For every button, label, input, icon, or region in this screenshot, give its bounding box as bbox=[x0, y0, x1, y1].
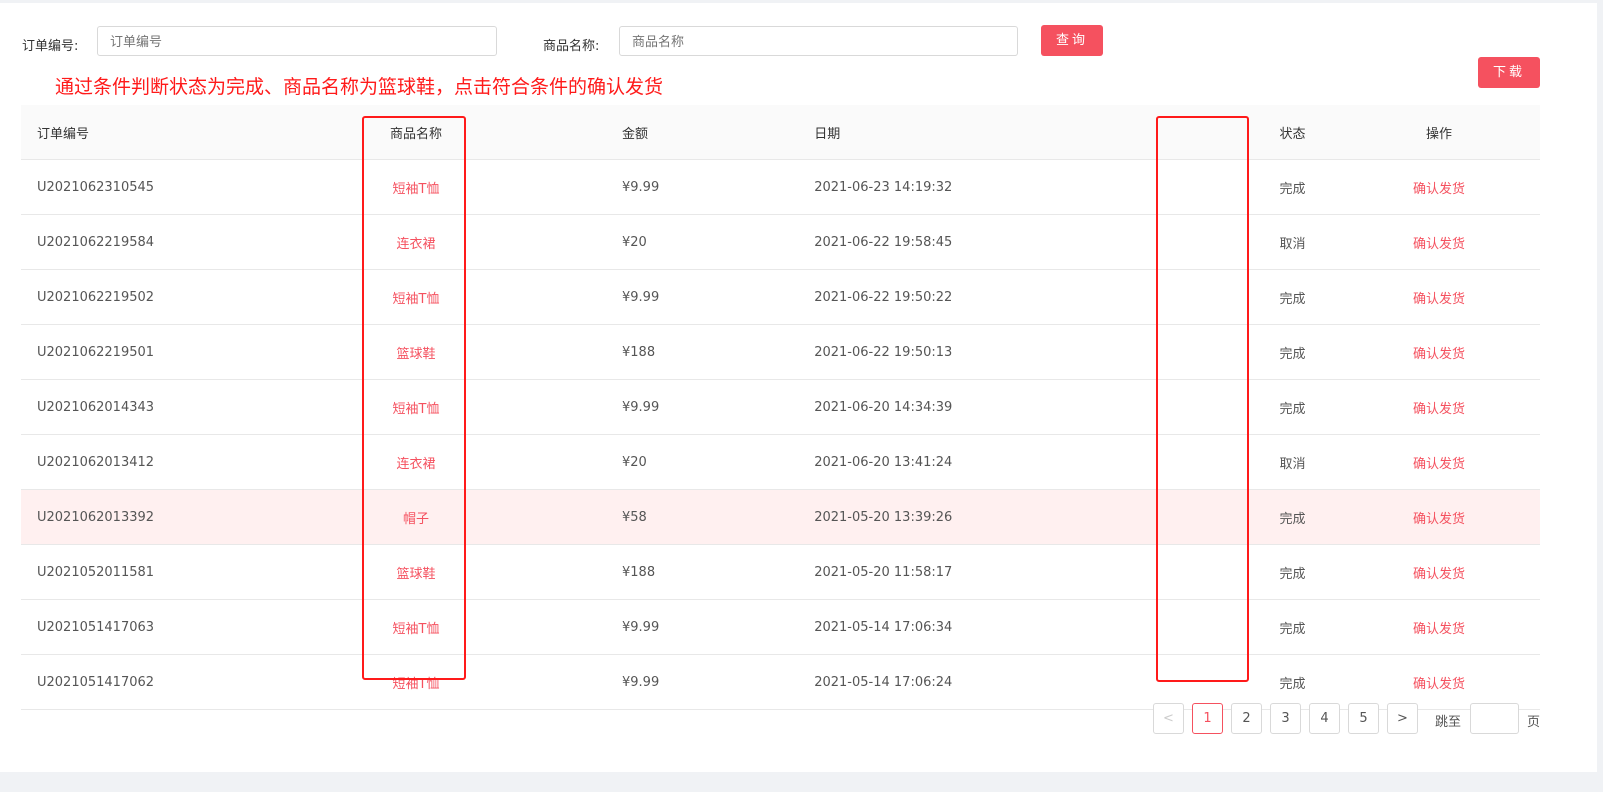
header-action: 操作 bbox=[1339, 105, 1540, 160]
status-cell: 完成 bbox=[1246, 159, 1339, 215]
table-row: U2021062219501 篮球鞋 ¥188 2021-06-22 19:50:13… bbox=[21, 324, 1540, 380]
page-4-button[interactable]: 4 bbox=[1309, 703, 1340, 734]
confirm-shipment-link[interactable]: 确认发货 bbox=[1339, 214, 1540, 270]
table-row: U2021062219584 连衣裙 ¥20 2021-06-22 19:58:45 取… bbox=[21, 214, 1540, 270]
order-number-input[interactable] bbox=[97, 26, 497, 56]
order-number-cell: U2021052011581 bbox=[21, 544, 364, 600]
header-amount: 金额 bbox=[468, 105, 661, 160]
order-number-cell: U2021062219502 bbox=[21, 269, 364, 325]
table-row: U2021051417062 短袖T恤 ¥9.99 2021-05-14 17:06:… bbox=[21, 654, 1540, 710]
product-name-input[interactable] bbox=[619, 26, 1018, 56]
page-2-button[interactable]: 2 bbox=[1231, 703, 1262, 734]
order-number-cell: U2021062310545 bbox=[21, 159, 364, 215]
status-cell: 取消 bbox=[1246, 434, 1339, 490]
status-column-highlight bbox=[1156, 116, 1249, 682]
amount-cell: ¥188 bbox=[468, 544, 661, 600]
table-row: U2021052011581 篮球鞋 ¥188 2021-05-20 11:58:17… bbox=[21, 544, 1540, 600]
amount-cell: ¥58 bbox=[468, 489, 661, 545]
product-column-highlight bbox=[362, 116, 466, 680]
table-header: 订单编号 商品名称 金额 日期 状态 操作 bbox=[21, 105, 1540, 160]
prev-page-button[interactable]: < bbox=[1153, 703, 1184, 734]
table-row: U2021062219502 短袖T恤 ¥9.99 2021-06-22 19:50:… bbox=[21, 269, 1540, 325]
status-cell: 完成 bbox=[1246, 544, 1339, 600]
query-button[interactable]: 查询 bbox=[1041, 25, 1103, 56]
header-order-number: 订单编号 bbox=[21, 105, 364, 160]
confirm-shipment-link[interactable]: 确认发货 bbox=[1339, 379, 1540, 435]
amount-cell: ¥9.99 bbox=[468, 379, 661, 435]
order-number-label: 订单编号: bbox=[22, 39, 79, 54]
amount-cell: ¥9.99 bbox=[468, 599, 661, 655]
table-row: U2021062310545 短袖T恤 ¥9.99 2021-06-23 14:19:… bbox=[21, 159, 1540, 215]
status-cell: 完成 bbox=[1246, 269, 1339, 325]
order-number-cell: U2021051417063 bbox=[21, 599, 364, 655]
next-page-button[interactable]: > bbox=[1387, 703, 1418, 734]
status-cell: 完成 bbox=[1246, 324, 1339, 380]
amount-cell: ¥9.99 bbox=[468, 269, 661, 325]
order-number-cell: U2021062219501 bbox=[21, 324, 364, 380]
status-cell: 完成 bbox=[1246, 489, 1339, 545]
amount-cell: ¥9.99 bbox=[468, 159, 661, 215]
table-row: U2021062013412 连衣裙 ¥20 2021-06-20 13:41:24 取… bbox=[21, 434, 1540, 490]
table-row: U2021062013392 帽子 ¥58 2021-05-20 13:39:26 完成… bbox=[21, 489, 1540, 545]
amount-cell: ¥20 bbox=[468, 214, 661, 270]
instruction-text: 通过条件判断状态为完成、商品名称为篮球鞋，点击符合条件的确认发货 bbox=[55, 76, 664, 98]
confirm-shipment-link[interactable]: 确认发货 bbox=[1339, 599, 1540, 655]
confirm-shipment-link[interactable]: 确认发货 bbox=[1339, 544, 1540, 600]
table-row: U2021051417063 短袖T恤 ¥9.99 2021-05-14 17:06:… bbox=[21, 599, 1540, 655]
order-number-cell: U2021062013392 bbox=[21, 489, 364, 545]
order-number-cell: U2021051417062 bbox=[21, 654, 364, 710]
orders-table: 订单编号 商品名称 金额 日期 状态 操作 U2021062310545 短袖T恤… bbox=[21, 105, 1540, 710]
page-1-button[interactable]: 1 bbox=[1192, 703, 1223, 734]
page-suffix-label: 页 bbox=[1527, 715, 1541, 730]
jump-to-label: 跳至 bbox=[1435, 715, 1462, 730]
amount-cell: ¥20 bbox=[468, 434, 661, 490]
page-3-button[interactable]: 3 bbox=[1270, 703, 1301, 734]
status-cell: 完成 bbox=[1246, 599, 1339, 655]
page-5-button[interactable]: 5 bbox=[1348, 703, 1379, 734]
status-cell: 取消 bbox=[1246, 214, 1339, 270]
table-row: U2021062014343 短袖T恤 ¥9.99 2021-06-20 14:34:… bbox=[21, 379, 1540, 435]
amount-cell: ¥9.99 bbox=[468, 654, 661, 710]
confirm-shipment-link[interactable]: 确认发货 bbox=[1339, 489, 1540, 545]
confirm-shipment-link[interactable]: 确认发货 bbox=[1339, 159, 1540, 215]
confirm-shipment-link[interactable]: 确认发货 bbox=[1339, 654, 1540, 710]
confirm-shipment-link[interactable]: 确认发货 bbox=[1339, 434, 1540, 490]
status-cell: 完成 bbox=[1246, 379, 1339, 435]
status-cell: 完成 bbox=[1246, 654, 1339, 710]
order-number-cell: U2021062014343 bbox=[21, 379, 364, 435]
order-number-cell: U2021062013412 bbox=[21, 434, 364, 490]
confirm-shipment-link[interactable]: 确认发货 bbox=[1339, 324, 1540, 380]
amount-cell: ¥188 bbox=[468, 324, 661, 380]
header-status: 状态 bbox=[1246, 105, 1339, 160]
jump-page-input[interactable] bbox=[1470, 703, 1519, 734]
order-number-cell: U2021062219584 bbox=[21, 214, 364, 270]
confirm-shipment-link[interactable]: 确认发货 bbox=[1339, 269, 1540, 325]
product-name-label: 商品名称: bbox=[543, 39, 600, 54]
download-button[interactable]: 下载 bbox=[1478, 57, 1540, 88]
